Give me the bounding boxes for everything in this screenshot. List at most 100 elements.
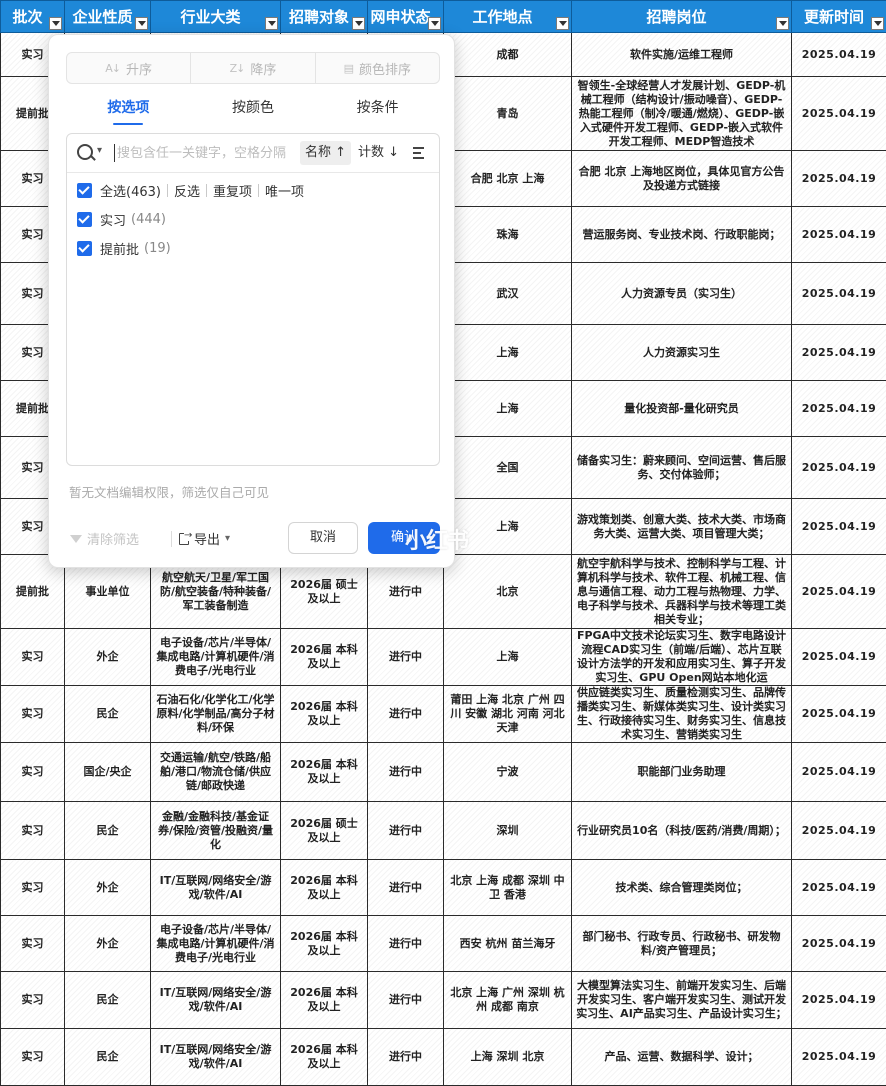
cell-updated[interactable]: 2025.04.19 <box>792 77 886 151</box>
cell-position[interactable]: 储备实习生：蔚来顾问、空间运营、售后服务、交付体验师； <box>572 437 792 499</box>
cell-location[interactable]: 合肥 北京 上海 <box>444 151 572 207</box>
cell-status[interactable]: 进行中 <box>368 686 444 743</box>
cell-location[interactable]: 宁波 <box>444 743 572 802</box>
search-input[interactable] <box>117 143 297 163</box>
cell-updated[interactable]: 2025.04.19 <box>792 686 886 743</box>
cell-location[interactable]: 青岛 <box>444 77 572 151</box>
cell-location[interactable]: 上海 <box>444 325 572 381</box>
invert-selection-link[interactable]: 反选 <box>174 181 200 200</box>
filter-settings-icon[interactable] <box>412 145 428 161</box>
column-header-batch[interactable]: 批次 <box>1 1 65 33</box>
cell-updated[interactable]: 2025.04.19 <box>792 916 886 972</box>
cell-industry[interactable]: IT/互联网/网络安全/游戏/软件/AI <box>151 860 281 916</box>
cell-position[interactable]: 大模型算法实习生、前端开发实习生、后端开发实习生、客户端开发实习生、测试开发实习… <box>572 972 792 1029</box>
cell-target[interactable]: 2026届 本科及以上 <box>281 743 368 802</box>
cell-position[interactable]: 合肥 北京 上海地区岗位，具体见官方公告及投递方式链接 <box>572 151 792 207</box>
cell-location[interactable]: 上海 深圳 北京 <box>444 1029 572 1086</box>
cell-position[interactable]: 技术类、综合管理类岗位； <box>572 860 792 916</box>
cell-updated[interactable]: 2025.04.19 <box>792 860 886 916</box>
unique-link[interactable]: 唯一项 <box>265 181 304 200</box>
cell-type[interactable]: 国企/央企 <box>65 743 151 802</box>
cell-industry[interactable]: 电子设备/芯片/半导体/集成电路/计算机硬件/消费电子/光电行业 <box>151 629 281 686</box>
cell-status[interactable]: 进行中 <box>368 629 444 686</box>
cell-type[interactable]: 民企 <box>65 1029 151 1086</box>
cell-industry[interactable]: IT/互联网/网络安全/游戏/软件/AI <box>151 972 281 1029</box>
filter-dropdown-icon[interactable] <box>556 17 569 30</box>
cell-position[interactable]: 人力资源实习生 <box>572 325 792 381</box>
cell-industry[interactable]: 电子设备/芯片/半导体/集成电路/计算机硬件/消费电子/光电行业 <box>151 916 281 972</box>
cell-updated[interactable]: 2025.04.19 <box>792 1029 886 1086</box>
cell-industry[interactable]: 交通运输/航空/铁路/船舶/港口/物流仓储/供应链/邮政快递 <box>151 743 281 802</box>
cell-location[interactable]: 武汉 <box>444 263 572 325</box>
cell-type[interactable]: 外企 <box>65 860 151 916</box>
cell-location[interactable]: 莆田 上海 北京 广州 四川 安徽 湖北 河南 河北 天津 <box>444 686 572 743</box>
cell-location[interactable]: 珠海 <box>444 207 572 263</box>
cell-location[interactable]: 北京 上海 广州 深圳 杭州 成都 南京 <box>444 972 572 1029</box>
cell-position[interactable]: 供应链类实习生、质量检测实习生、品牌传播类实习生、新媒体类实习生、设计类实习生、… <box>572 686 792 743</box>
cell-position[interactable]: 营运服务岗、专业技术岗、行政职能岗； <box>572 207 792 263</box>
cell-updated[interactable]: 2025.04.19 <box>792 263 886 325</box>
cell-position[interactable]: 软件实施/运维工程师 <box>572 33 792 77</box>
cell-batch[interactable]: 实习 <box>1 743 65 802</box>
tab-by-color[interactable]: 按颜色 <box>191 95 316 125</box>
cell-industry[interactable]: IT/互联网/网络安全/游戏/软件/AI <box>151 1029 281 1086</box>
cell-batch[interactable]: 实习 <box>1 686 65 743</box>
cell-type[interactable]: 民企 <box>65 802 151 860</box>
option-checkbox[interactable] <box>77 212 92 227</box>
cell-status[interactable]: 进行中 <box>368 916 444 972</box>
cell-updated[interactable]: 2025.04.19 <box>792 151 886 207</box>
cell-type[interactable]: 外企 <box>65 629 151 686</box>
cell-updated[interactable]: 2025.04.19 <box>792 629 886 686</box>
cell-updated[interactable]: 2025.04.19 <box>792 381 886 437</box>
filter-dropdown-icon[interactable] <box>135 17 148 30</box>
select-all-label[interactable]: 全选(463) <box>100 181 161 200</box>
chevron-down-icon[interactable]: ▾ <box>97 145 102 156</box>
cell-position[interactable]: 产品、运营、数据科学、设计； <box>572 1029 792 1086</box>
cell-position[interactable]: 航空宇航科学与技术、控制科学与工程、计算机科学与技术、软件工程、机械工程、信息与… <box>572 555 792 629</box>
cell-location[interactable]: 上海 <box>444 629 572 686</box>
cell-industry[interactable]: 石油石化/化学化工/化学原料/化学制品/高分子材料/环保 <box>151 686 281 743</box>
option-item-early-batch[interactable]: 提前批 (19) <box>77 237 171 259</box>
column-header-target[interactable]: 招聘对象 <box>281 1 368 33</box>
cell-target[interactable]: 2026届 本科及以上 <box>281 629 368 686</box>
cell-target[interactable]: 2026届 本科及以上 <box>281 860 368 916</box>
cell-position[interactable]: 部门秘书、行政专员、行政秘书、研发物料/资产管理员； <box>572 916 792 972</box>
cell-updated[interactable]: 2025.04.19 <box>792 325 886 381</box>
filter-dropdown-icon[interactable] <box>428 17 441 30</box>
cell-location[interactable]: 北京 <box>444 555 572 629</box>
cell-batch[interactable]: 实习 <box>1 802 65 860</box>
export-button[interactable]: 导出 ▾ <box>179 529 230 548</box>
cell-position[interactable]: FPGA中文技术论坛实习生、数字电路设计流程CAD实习生（前端/后端）、芯片互联… <box>572 629 792 686</box>
column-header-location[interactable]: 工作地点 <box>444 1 572 33</box>
cell-status[interactable]: 进行中 <box>368 802 444 860</box>
cell-updated[interactable]: 2025.04.19 <box>792 802 886 860</box>
filter-dropdown-icon[interactable] <box>49 17 62 30</box>
clear-filter-button[interactable]: 清除筛选 <box>70 529 139 548</box>
cell-location[interactable]: 全国 <box>444 437 572 499</box>
cancel-button[interactable]: 取消 <box>288 522 358 554</box>
column-header-status[interactable]: 网申状态 <box>368 1 444 33</box>
sort-color-button[interactable]: ▤ 颜色排序 <box>316 53 439 83</box>
tab-by-option[interactable]: 按选项 <box>66 95 191 125</box>
cell-batch[interactable]: 实习 <box>1 860 65 916</box>
cell-target[interactable]: 2026届 本科及以上 <box>281 916 368 972</box>
cell-position[interactable]: 人力资源专员（实习生） <box>572 263 792 325</box>
column-header-industry[interactable]: 行业大类 <box>151 1 281 33</box>
cell-status[interactable]: 进行中 <box>368 860 444 916</box>
cell-updated[interactable]: 2025.04.19 <box>792 437 886 499</box>
option-item-internship[interactable]: 实习 (444) <box>77 208 166 230</box>
filter-dropdown-icon[interactable] <box>265 17 278 30</box>
option-checkbox[interactable] <box>77 241 92 256</box>
cell-location[interactable]: 北京 上海 成都 深圳 中卫 香港 <box>444 860 572 916</box>
cell-position[interactable]: 游戏策划类、创意大类、技术大类、市场商务大类、运营大类、项目管理大类； <box>572 499 792 555</box>
cell-status[interactable]: 进行中 <box>368 1029 444 1086</box>
cell-status[interactable]: 进行中 <box>368 743 444 802</box>
cell-batch[interactable]: 实习 <box>1 972 65 1029</box>
cell-type[interactable]: 民企 <box>65 972 151 1029</box>
cell-target[interactable]: 2026届 硕士及以上 <box>281 802 368 860</box>
cell-location[interactable]: 上海 <box>444 381 572 437</box>
column-header-type[interactable]: 企业性质 <box>65 1 151 33</box>
sort-by-name-button[interactable]: 名称 ↑ <box>300 141 351 165</box>
sort-by-count-button[interactable]: 计数 ↓ <box>358 141 399 165</box>
cell-location[interactable]: 深圳 <box>444 802 572 860</box>
